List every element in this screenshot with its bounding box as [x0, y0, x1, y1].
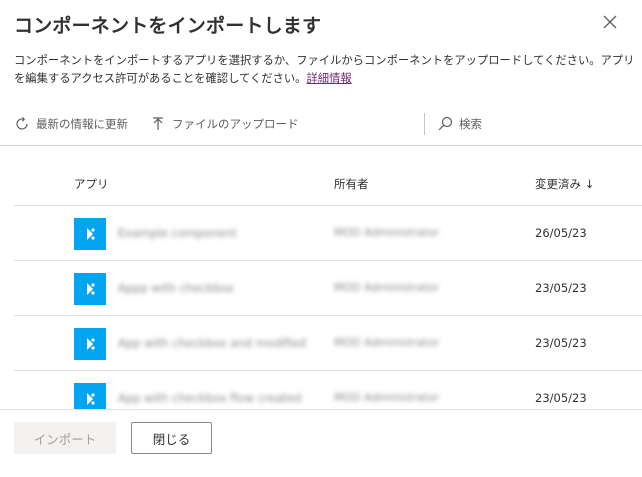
close-dialog-button[interactable]: 閉じる: [131, 422, 212, 454]
app-modified-date: 26/05/23: [535, 226, 587, 240]
table-row[interactable]: App with checkbox and modified MOD Admin…: [14, 316, 642, 371]
app-owner: MOD Administrator: [334, 336, 440, 349]
power-apps-icon: [87, 393, 95, 405]
column-header-modified[interactable]: 変更済み ↓: [535, 176, 594, 192]
footer-separator: [0, 409, 642, 410]
refresh-button[interactable]: 最新の情報に更新: [14, 110, 128, 138]
search-icon: [438, 116, 453, 131]
app-modified-date: 23/05/23: [535, 391, 587, 405]
upload-file-button[interactable]: ファイルのアップロード: [150, 110, 299, 138]
app-name: Example component: [118, 226, 237, 240]
dialog-title: コンポーネントをインポートします: [14, 15, 322, 37]
app-icon: [74, 218, 106, 250]
app-owner: MOD Administrator: [334, 281, 440, 294]
refresh-icon: [16, 117, 28, 130]
toolbar: 最新の情報に更新 ファイルのアップロード 検索: [0, 110, 642, 138]
dialog-description: コンポーネントをインポートするアプリを選択するか、ファイルからコンポーネントをア…: [14, 52, 636, 88]
upload-label: ファイルのアップロード: [172, 117, 299, 131]
close-icon[interactable]: [600, 12, 620, 32]
search-box[interactable]: 検索: [437, 110, 482, 138]
table-row[interactable]: App with checkbox flow created MOD Admin…: [14, 371, 642, 410]
table-header: アプリ 所有者 変更済み ↓: [14, 162, 642, 206]
details-link[interactable]: 詳細情報: [306, 72, 351, 85]
app-owner: MOD Administrator: [334, 226, 440, 239]
upload-arrow-icon: [153, 117, 163, 130]
import-button[interactable]: インポート: [14, 422, 116, 454]
app-modified-date: 23/05/23: [535, 281, 587, 295]
power-apps-icon: [87, 283, 95, 295]
app-icon: [74, 273, 106, 305]
app-modified-date: 23/05/23: [535, 336, 587, 350]
toolbar-separator: [0, 145, 642, 146]
table-row[interactable]: Appp with checkbox MOD Administrator 23/…: [14, 261, 642, 316]
power-apps-icon: [87, 228, 95, 240]
apps-table: アプリ 所有者 変更済み ↓ Example component MOD Adm…: [14, 162, 642, 410]
table-row[interactable]: Example component MOD Administrator 26/0…: [14, 206, 642, 261]
column-header-app[interactable]: アプリ: [74, 176, 109, 192]
close-button[interactable]: [600, 12, 620, 32]
app-owner: MOD Administrator: [334, 391, 440, 404]
app-name: App with checkbox flow created: [118, 391, 302, 405]
toolbar-divider: [424, 113, 425, 135]
app-icon: [74, 383, 106, 410]
column-header-owner[interactable]: 所有者: [334, 176, 369, 192]
app-name: App with checkbox and modified: [118, 336, 306, 350]
search-input[interactable]: 検索: [459, 116, 482, 132]
app-icon: [74, 328, 106, 360]
refresh-label: 最新の情報に更新: [36, 117, 128, 131]
power-apps-icon: [87, 338, 95, 350]
app-name: Appp with checkbox: [118, 281, 234, 295]
